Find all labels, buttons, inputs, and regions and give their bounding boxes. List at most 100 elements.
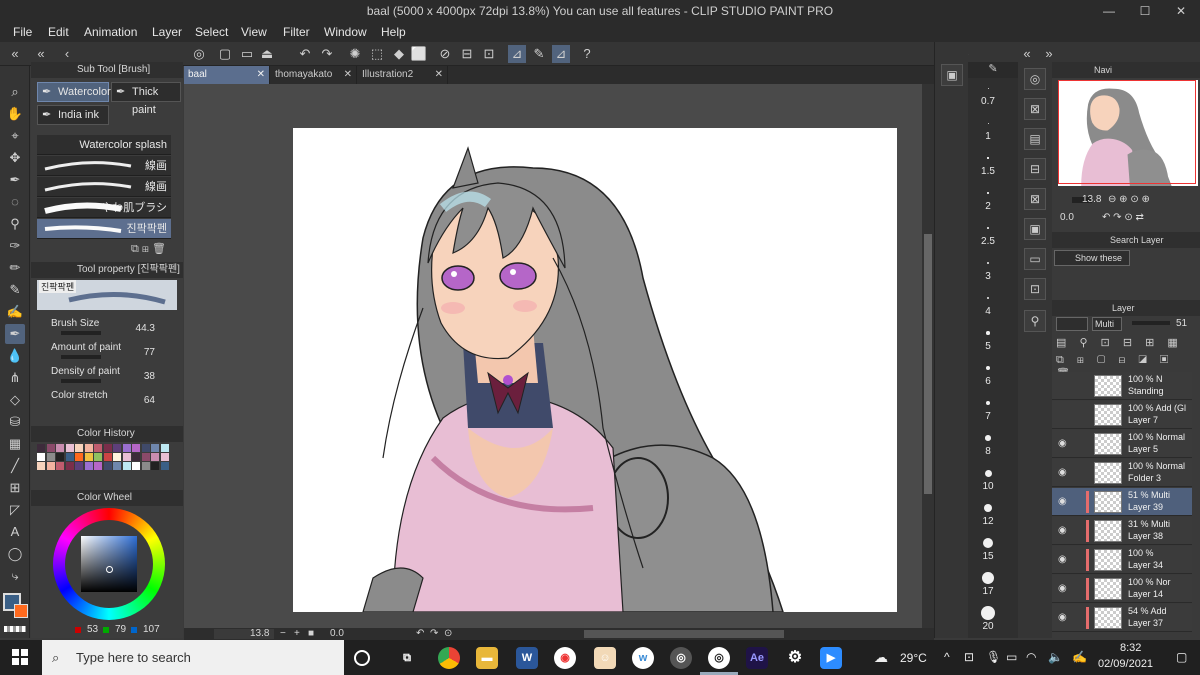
brush-icon[interactable]: ✒ xyxy=(5,324,25,344)
eraser-icon[interactable]: ◇ xyxy=(5,390,25,410)
paint-app-icon[interactable]: ◉ xyxy=(554,647,576,669)
scrollbar-thumb[interactable] xyxy=(924,234,932,494)
layer-row[interactable]: ◉ 31 % Multi Layer 38 xyxy=(1052,517,1192,545)
rotate-right-icon[interactable]: ↷ xyxy=(430,628,438,639)
fit-icon[interactable]: ■ xyxy=(308,628,314,639)
prop-value[interactable]: 44.3 xyxy=(136,323,155,334)
vertical-scrollbar[interactable] xyxy=(922,84,934,628)
color-history-swatch[interactable] xyxy=(56,444,64,452)
menu-help[interactable]: Help xyxy=(381,25,406,39)
gradient-icon[interactable]: ▦ xyxy=(5,434,25,454)
layer-row[interactable]: 100 % Add (Gl Layer 7 xyxy=(1052,401,1192,429)
expand-panel-icon[interactable]: » xyxy=(1040,45,1058,63)
blue-value[interactable]: 107 xyxy=(143,624,160,635)
brush-size-label[interactable]: 17 xyxy=(968,586,1008,597)
selection-pen-icon[interactable]: ✒ xyxy=(5,170,25,190)
menu-select[interactable]: Select xyxy=(195,25,228,39)
after-effects-icon[interactable]: Ae xyxy=(746,647,768,669)
prop-amount-of-paint[interactable]: Amount of paint 77 xyxy=(45,342,185,364)
color-history-swatch[interactable] xyxy=(94,462,102,470)
text-icon[interactable]: A xyxy=(5,522,25,542)
color-history-swatch[interactable] xyxy=(75,444,83,452)
navigator-zoom-value[interactable]: 13.8 xyxy=(1082,194,1101,205)
color-history-swatch[interactable] xyxy=(151,444,159,452)
airbrush-icon[interactable]: ✎ xyxy=(5,280,25,300)
brush-size-dot[interactable] xyxy=(986,261,990,265)
marker-icon[interactable]: ✍ xyxy=(5,302,25,322)
menu-animation[interactable]: Animation xyxy=(84,25,137,39)
rotate-left-icon[interactable]: ↶ xyxy=(416,628,424,639)
color-history-swatch[interactable] xyxy=(65,453,74,461)
color-history-swatch[interactable] xyxy=(160,453,169,461)
color-history-swatch[interactable] xyxy=(84,462,93,470)
color-history-swatch[interactable] xyxy=(84,444,93,452)
camera-icon[interactable]: ▣ xyxy=(941,64,963,86)
color-history-swatch[interactable] xyxy=(46,462,55,470)
brush-size-dot[interactable] xyxy=(986,296,990,300)
collapse-panel-icon[interactable]: « xyxy=(1018,45,1036,63)
layer-thumbnail[interactable] xyxy=(1094,433,1122,455)
clock-date[interactable]: 02/09/2021 xyxy=(1098,658,1153,670)
tab-thomayakato[interactable]: thomayakato ✕ xyxy=(271,66,357,84)
clock-time[interactable]: 8:32 xyxy=(1120,642,1141,654)
prop-slider[interactable] xyxy=(61,379,101,383)
brush-item-selected[interactable]: 진팍팍펜 xyxy=(37,219,171,239)
open-icon[interactable]: ▭ xyxy=(238,45,256,63)
eyedropper-icon[interactable]: ⚲ xyxy=(5,214,25,234)
transparent-color-swatch[interactable] xyxy=(4,626,26,632)
layer-thumbnail[interactable] xyxy=(1094,404,1122,426)
color-history-swatch[interactable] xyxy=(65,462,74,470)
word-icon[interactable]: W xyxy=(516,647,538,669)
taskbar-search[interactable]: ⌕ Type here to search xyxy=(42,640,344,675)
zoom-out-icon[interactable]: ⊖ ⊕ ⊙ ⊕ xyxy=(1108,194,1150,205)
correct-line-icon[interactable]: ⤷ xyxy=(5,566,25,586)
opacity-slider[interactable] xyxy=(1132,321,1170,325)
brush-size-dot[interactable] xyxy=(987,227,989,229)
zoom-app-icon[interactable]: ▶ xyxy=(820,647,842,669)
menu-file[interactable]: File xyxy=(13,25,32,39)
maximize-button[interactable]: ☐ xyxy=(1128,0,1162,22)
zoom-icon[interactable]: ⌕ xyxy=(5,82,25,102)
brush-size-dot[interactable] xyxy=(987,157,989,159)
prop-density-of-paint[interactable]: Density of paint 38 xyxy=(45,366,185,388)
lasso-icon[interactable]: ◌ xyxy=(5,192,25,212)
zoom-value[interactable]: 13.8 xyxy=(250,628,269,639)
file-explorer-icon[interactable]: ▬ xyxy=(476,647,498,669)
layer-row[interactable]: ◉ 100 % Nor Layer 14 xyxy=(1052,575,1192,603)
brush-item[interactable]: 線画 xyxy=(37,177,171,197)
brush-size-dot[interactable] xyxy=(982,572,994,584)
close-button[interactable]: ✕ xyxy=(1164,0,1198,22)
layer-property-icon[interactable]: ⊟ xyxy=(1024,158,1046,180)
close-tab-icon[interactable]: ✕ xyxy=(344,66,352,84)
zoom-in-icon[interactable]: + xyxy=(294,628,300,639)
settings-icon[interactable]: ⚙ xyxy=(784,647,806,669)
saturation-square[interactable] xyxy=(81,536,137,592)
brush-item[interactable]: 線画 xyxy=(37,156,171,176)
minimize-button[interactable]: — xyxy=(1092,0,1126,22)
redo-icon[interactable]: ↷ xyxy=(318,45,336,63)
wacom-icon[interactable]: w xyxy=(632,647,654,669)
navigator-preview[interactable] xyxy=(1058,80,1198,186)
prop-color-stretch[interactable]: Color stretch 64 xyxy=(45,390,185,412)
eye-icon[interactable]: ◉ xyxy=(1058,554,1067,565)
color-history-swatch[interactable] xyxy=(113,462,121,470)
brush-size-label[interactable]: 7 xyxy=(968,411,1008,422)
color-history-swatch[interactable] xyxy=(46,453,55,461)
navigator-angle-value[interactable]: 0.0 xyxy=(1060,212,1074,223)
color-history-swatch[interactable] xyxy=(122,453,131,461)
color-history-grid[interactable] xyxy=(37,444,171,480)
subtool-tab-thick-paint[interactable]: ✒ Thick paint xyxy=(111,82,181,116)
menu-layer[interactable]: Layer xyxy=(152,25,182,39)
eye-icon[interactable]: ◉ xyxy=(1058,467,1067,478)
layer-row[interactable]: ◉ 100 % Normal Folder 3 xyxy=(1052,459,1192,487)
subtool-tab-india-ink[interactable]: ✒ India ink xyxy=(37,105,109,125)
eye-icon[interactable]: ◉ xyxy=(1058,496,1067,507)
snap-grid-icon[interactable]: ⊿ xyxy=(552,45,570,63)
balloon-icon[interactable]: ◯ xyxy=(5,544,25,564)
color-history-swatch[interactable] xyxy=(160,444,169,452)
rotate-icon[interactable]: ↶ ↷ ⊙ ⇄ xyxy=(1102,212,1144,223)
prop-slider[interactable] xyxy=(61,331,101,335)
layer-thumbnail[interactable] xyxy=(1094,491,1122,513)
windows-start-icon[interactable] xyxy=(12,649,28,665)
brush-size-dot[interactable] xyxy=(983,503,993,513)
